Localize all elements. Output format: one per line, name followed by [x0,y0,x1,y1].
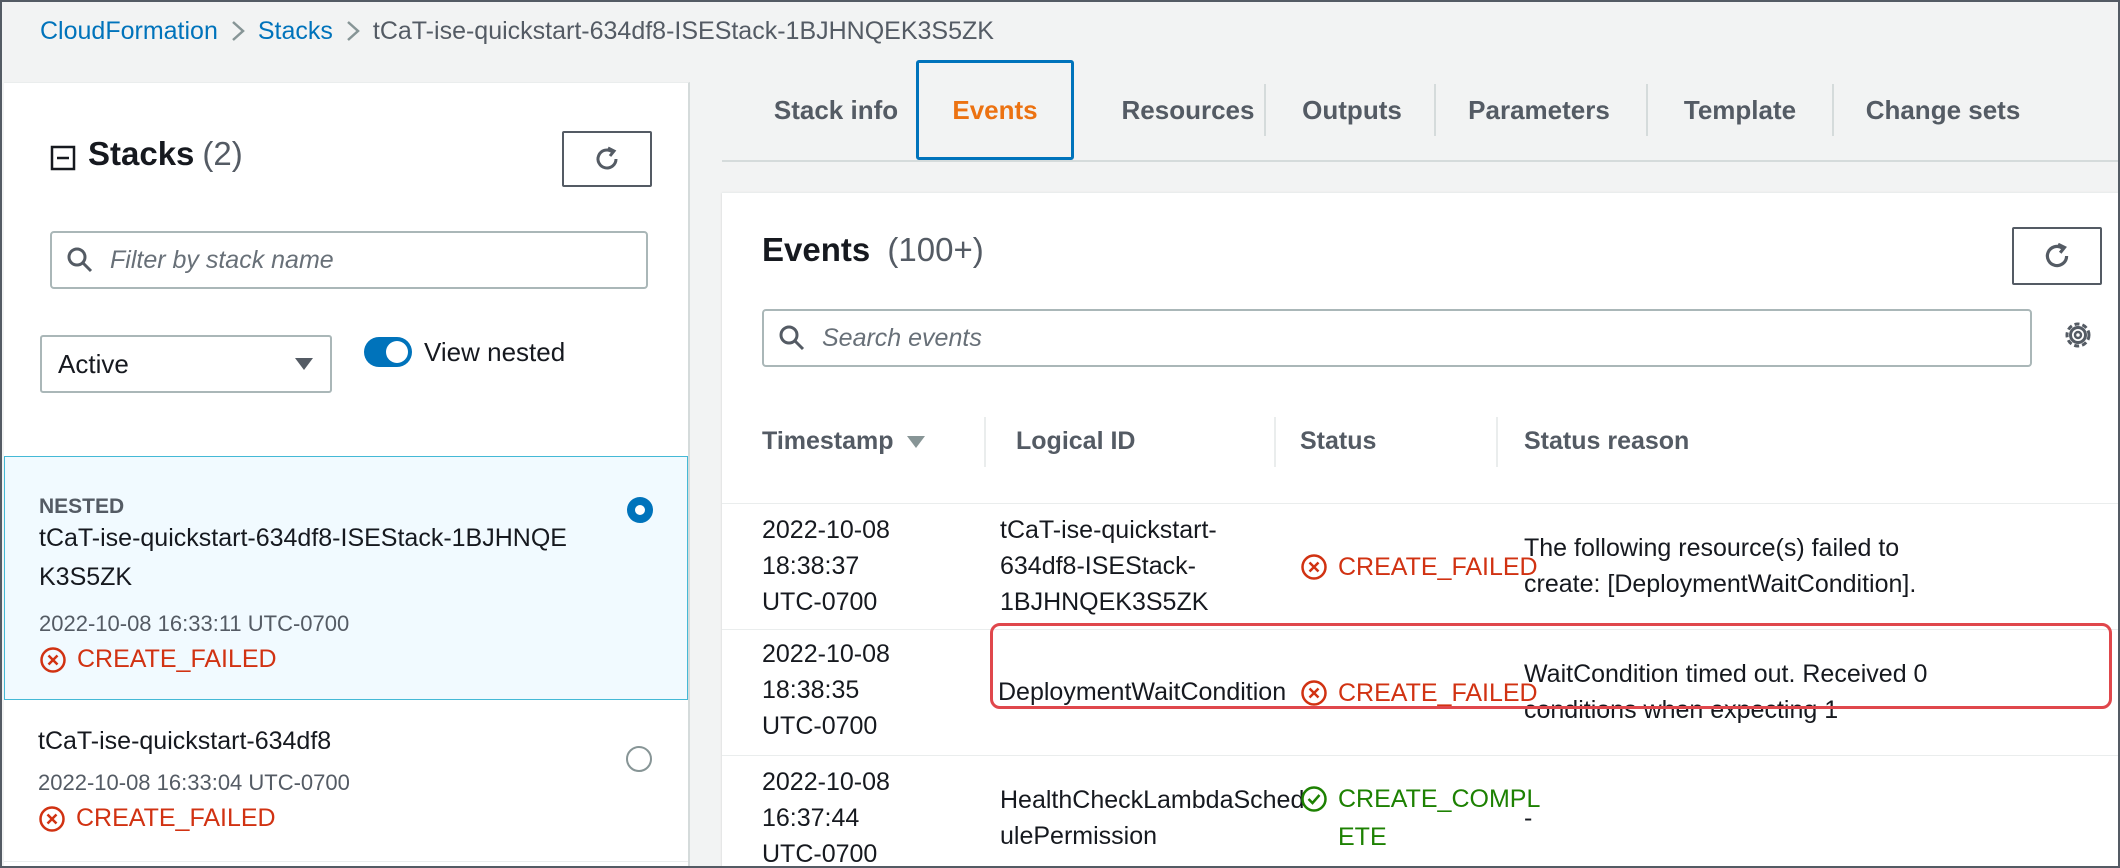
stacks-heading: Stacks (2) [50,135,243,173]
tab-outputs[interactable]: Outputs [1266,60,1438,160]
cell-timestamp: 2022-10-08 18:38:35 UTC-0700 [762,640,890,740]
search-icon [779,325,805,351]
cell-timestamp: 2022-10-08 18:38:37 UTC-0700 [762,516,890,616]
gear-icon[interactable] [2060,317,2096,353]
cell-logical-id: tCaT-ise-quickstart- 634df8-ISEStack- 1BJH… [1000,516,1217,616]
caret-down-icon [295,358,313,370]
stack-list-item[interactable]: NESTED tCaT-ise-quickstart-634df8-ISESta… [4,456,688,700]
stack-detail-tabs: Stack info Events Resources Outputs Para… [722,60,2120,162]
tab-resources[interactable]: Resources [1092,60,1284,160]
stack-status: CREATE_FAILED [38,804,276,833]
stack-status-select[interactable]: Active [40,335,332,393]
stack-name-line: tCaT-ise-quickstart-634df8 [38,727,332,755]
column-divider [984,417,986,467]
collapse-icon[interactable] [50,141,76,171]
stacks-title: Stacks [88,135,195,172]
error-icon [1301,554,1327,580]
events-heading: Events (100+) [762,231,984,269]
refresh-icon [2045,242,2069,268]
stack-select-radio[interactable] [627,497,653,523]
view-nested-toggle[interactable] [364,337,412,367]
chevron-right-icon [218,20,258,42]
events-count: (100+) [887,231,984,268]
chevron-right-icon [333,20,373,42]
events-refresh-button[interactable] [2012,227,2102,285]
highlight-annotation [990,623,2112,709]
stack-status-select-value: Active [58,348,129,379]
breadcrumb-cloudformation[interactable]: CloudFormation [40,17,218,46]
stack-filter-search [50,231,648,289]
column-header-status-reason[interactable]: Status reason [1524,427,1689,456]
tab-stack-info[interactable]: Stack info [736,60,936,160]
events-title: Events [762,231,871,268]
breadcrumb-current: tCaT-ise-quickstart-634df8-ISEStack-1BJH… [372,16,994,45]
error-icon [39,805,65,832]
events-search-input[interactable] [822,323,1887,353]
stacks-count: (2) [202,135,243,172]
stack-filter-input[interactable] [110,245,603,275]
events-search [762,309,2032,367]
stack-name-line: tCaT-ise-quickstart-634df8-ISEStack-1BJH… [39,524,567,552]
success-check-icon [1301,786,1327,812]
table-row[interactable]: 2022-10-08 18:38:37 UTC-0700 tCaT-ise-quic… [722,503,2120,629]
search-icon [67,247,93,273]
cell-status-reason: - [1524,804,1533,832]
column-header-status[interactable]: Status [1300,427,1376,456]
column-header-logical-id[interactable]: Logical ID [1016,427,1135,456]
cell-status: CREATE_FAILED [1300,548,1538,586]
column-divider [1496,417,1498,467]
stack-name: tCaT-ise-quickstart-634df8-ISEStack-1BJH… [39,519,619,597]
tab-change-sets[interactable]: Change sets [1834,60,2052,160]
column-header-timestamp[interactable]: Timestamp [762,427,926,456]
tab-events[interactable]: Events [916,60,1074,160]
column-divider [1274,417,1276,467]
stack-status-text: CREATE_FAILED [76,804,276,832]
tab-parameters[interactable]: Parameters [1436,60,1642,160]
stack-name: tCaT-ise-quickstart-634df8 [38,722,618,761]
stack-created-date: 2022-10-08 16:33:04 UTC-0700 [38,770,350,795]
stack-select-radio[interactable] [626,746,652,772]
cell-status-reason: The following resource(s) failed to creat… [1524,534,1917,598]
toggle-knob [386,341,408,363]
stack-status: CREATE_FAILED [39,645,277,674]
stack-status-text: CREATE_FAILED [77,645,277,673]
breadcrumb: CloudFormation Stacks tCaT-ise-quickstar… [40,14,994,48]
stack-name-line: K3S5ZK [39,563,133,591]
events-panel: Events (100+) Timestamp Logical ID Statu… [722,192,2120,868]
error-icon [40,646,66,673]
refresh-icon [596,146,618,170]
nested-badge: NESTED [39,495,125,518]
stacks-refresh-button[interactable] [562,131,652,187]
status-text: CREATE_COMPL ETE [1338,785,1541,851]
table-row[interactable]: 2022-10-08 16:37:44 UTC-0700 HealthCheckLa… [722,755,2120,868]
breadcrumb-stacks[interactable]: Stacks [258,17,333,46]
status-text: CREATE_FAILED [1338,553,1538,581]
column-header-label: Timestamp [762,427,894,455]
stack-list-item[interactable]: tCaT-ise-quickstart-634df8 2022-10-08 16… [4,700,688,862]
sort-descending-icon [906,435,925,448]
stack-created-date: 2022-10-08 16:33:11 UTC-0700 [39,611,350,636]
tab-template[interactable]: Template [1648,60,1832,160]
cell-timestamp: 2022-10-08 16:37:44 UTC-0700 [762,768,890,868]
view-nested-label: View nested [424,337,566,367]
cell-status: CREATE_COMPL ETE [1300,780,1540,856]
cell-logical-id: HealthCheckLambdaSched ulePermission [1000,786,1305,850]
